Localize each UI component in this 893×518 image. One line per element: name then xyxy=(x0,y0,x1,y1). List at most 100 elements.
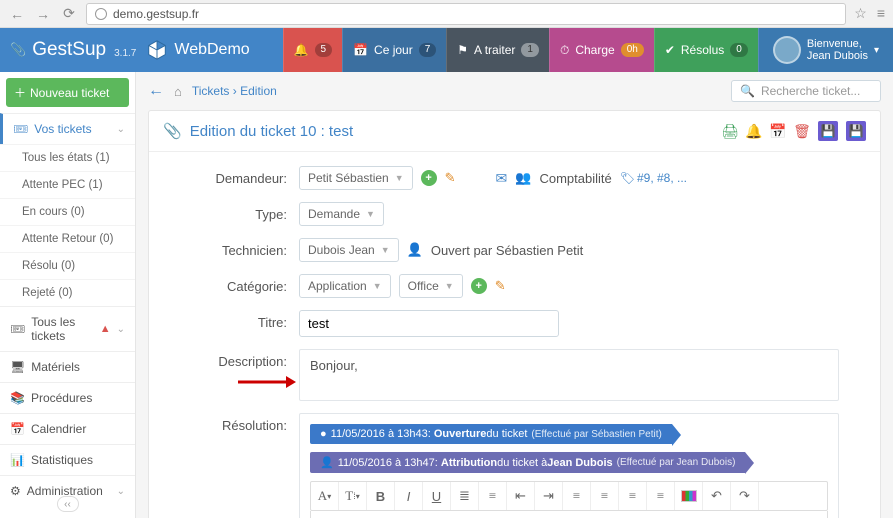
globe-icon xyxy=(95,8,107,20)
sidebar-statistiques[interactable]: 📊Statistiques xyxy=(0,444,135,475)
underline-button[interactable]: U xyxy=(423,482,451,510)
sidebar-all-tickets[interactable]: 🎟 Tous les tickets ▲ ⌄ xyxy=(0,306,135,351)
font-family-button[interactable]: A ▾ xyxy=(311,482,339,510)
chevron-down-icon: ▼ xyxy=(373,281,382,291)
label-resolution: Résolution: xyxy=(179,413,299,433)
nav-charge[interactable]: ⏱ Charge 0h xyxy=(549,28,654,72)
sidebar-sub-attente-retour[interactable]: Attente Retour (0) xyxy=(0,225,135,252)
redo-button[interactable]: ↷ xyxy=(731,482,759,510)
edit-demandeur-icon[interactable]: ✎ xyxy=(445,170,456,186)
chevron-down-icon: ▾ xyxy=(874,45,879,56)
search-input[interactable]: 🔍 Recherche ticket... xyxy=(731,80,881,102)
align-center-button[interactable]: ≡ xyxy=(591,482,619,510)
paperclip-icon: 📎 xyxy=(10,42,26,58)
nav-resolus[interactable]: ✔ Résolus 0 xyxy=(654,28,758,72)
nav-cejour[interactable]: 📅 Ce jour 7 xyxy=(342,28,446,72)
main: ← ⌂ Tickets › Edition 🔍 Recherche ticket… xyxy=(136,72,893,518)
url-text: demo.gestsup.fr xyxy=(113,7,199,21)
event-open: ● 11/05/2016 à 13h43: Ouverture du ticke… xyxy=(310,424,672,444)
chevron-down-icon: ⌄ xyxy=(117,124,125,135)
type-select[interactable]: Demande▼ xyxy=(299,202,384,226)
bold-button[interactable]: B xyxy=(367,482,395,510)
trash-icon[interactable]: 🗑 xyxy=(794,123,810,139)
check-icon: ✔ xyxy=(665,43,675,57)
outdent-button[interactable]: ⇤ xyxy=(507,482,535,510)
nav-notifications[interactable]: 🔔 5 xyxy=(283,28,343,72)
sidebar-sub-tous-etats[interactable]: Tous les états (1) xyxy=(0,144,135,171)
chevron-down-icon: ▼ xyxy=(445,281,454,291)
sidebar-calendrier[interactable]: 📅Calendrier xyxy=(0,413,135,444)
label-technicien: Technicien: xyxy=(179,238,299,258)
list-ol-button[interactable]: ≡ xyxy=(479,482,507,510)
align-justify-button[interactable]: ≡ xyxy=(647,482,675,510)
envelope-icon[interactable]: ✉ xyxy=(496,170,508,187)
demandeur-select[interactable]: Petit Sébastien▼ xyxy=(299,166,413,190)
user-icon: 👤 xyxy=(407,242,423,258)
sidebar-collapse-button[interactable]: ‹‹ xyxy=(57,496,79,512)
address-bar[interactable]: demo.gestsup.fr xyxy=(86,3,846,25)
chart-icon: 📊 xyxy=(10,453,25,467)
align-right-button[interactable]: ≡ xyxy=(619,482,647,510)
back-button[interactable]: ← xyxy=(148,82,164,100)
save-alt-icon[interactable]: 💾 xyxy=(846,121,866,141)
add-demandeur-button[interactable]: + xyxy=(421,170,437,186)
category-select[interactable]: Application▼ xyxy=(299,274,391,298)
print-icon[interactable]: 🖨 xyxy=(722,123,738,139)
ticket-icon: 🎟 xyxy=(10,322,25,336)
ticket-icon: 🎟 xyxy=(13,122,28,136)
new-ticket-button[interactable]: ＋ Nouveau ticket xyxy=(6,78,129,107)
sidebar-sub-attente-pec[interactable]: Attente PEC (1) xyxy=(0,171,135,198)
add-category-button[interactable]: + xyxy=(471,278,487,294)
menu-icon[interactable]: ≡ xyxy=(877,5,885,22)
webdemo-label: WebDemo xyxy=(174,41,249,59)
technicien-select[interactable]: Dubois Jean▼ xyxy=(299,238,399,262)
sidebar-procedures[interactable]: 📚Procédures xyxy=(0,382,135,413)
title-input[interactable] xyxy=(299,310,559,337)
nav-atraiter[interactable]: ⚑ A traiter 1 xyxy=(446,28,549,72)
editor-area[interactable] xyxy=(310,511,828,518)
plus-icon: ＋ xyxy=(14,84,26,101)
sidebar-sub-resolu[interactable]: Résolu (0) xyxy=(0,252,135,279)
back-icon[interactable]: ← xyxy=(8,5,26,23)
sidebar-materiels[interactable]: 🖥Matériels xyxy=(0,351,135,382)
editor-toolbar: A ▾ T⁞ ▾ B I U ≣ ≡ ⇤ ⇥ ≡ ≡ xyxy=(310,481,828,511)
home-icon[interactable]: ⌂ xyxy=(174,84,182,99)
star-icon[interactable]: ☆ xyxy=(854,5,867,22)
font-size-button[interactable]: T⁞ ▾ xyxy=(339,482,367,510)
search-icon: 🔍 xyxy=(740,84,755,98)
company-label: Comptabilité xyxy=(539,171,611,186)
bell-icon[interactable]: 🔔 xyxy=(746,123,762,139)
brand[interactable]: 📎 GestSup 3.1.7 xyxy=(10,39,136,61)
description-box[interactable]: Bonjour, xyxy=(299,349,839,401)
browser-chrome: ← → ⟳ demo.gestsup.fr ☆ ≡ xyxy=(0,0,893,28)
sidebar-sub-en-cours[interactable]: En cours (0) xyxy=(0,198,135,225)
top-nav: 📎 GestSup 3.1.7 WebDemo 🔔 5 📅 Ce jour 7 … xyxy=(0,28,893,72)
bell-icon: 🔔 xyxy=(294,43,309,57)
related-tickets[interactable]: 🏷 #9, #8, ... xyxy=(620,171,687,185)
indent-button[interactable]: ⇥ xyxy=(535,482,563,510)
italic-button[interactable]: I xyxy=(395,482,423,510)
event-assign: 👤 11/05/2016 à 13h47: Attribution du tic… xyxy=(310,452,745,473)
arrow-annotation xyxy=(236,372,296,392)
sidebar-sub-rejete[interactable]: Rejeté (0) xyxy=(0,279,135,306)
align-left-button[interactable]: ≡ xyxy=(563,482,591,510)
undo-button[interactable]: ↶ xyxy=(703,482,731,510)
nav-user[interactable]: Bienvenue, Jean Dubois ▾ xyxy=(758,28,893,72)
monitor-icon: 🖥 xyxy=(10,360,25,374)
calendar-icon: 📅 xyxy=(353,43,368,57)
warning-icon: ▲ xyxy=(100,323,111,335)
breadcrumb[interactable]: Tickets › Edition xyxy=(192,84,277,98)
book-icon: 📚 xyxy=(10,391,25,405)
list-ul-button[interactable]: ≣ xyxy=(451,482,479,510)
save-icon[interactable]: 💾 xyxy=(818,121,838,141)
edit-category-icon[interactable]: ✎ xyxy=(495,278,506,294)
reload-icon[interactable]: ⟳ xyxy=(60,5,78,23)
label-titre: Titre: xyxy=(179,310,299,330)
calendar-icon[interactable]: 📅 xyxy=(770,123,786,139)
forward-icon[interactable]: → xyxy=(34,5,52,23)
subcategory-select[interactable]: Office▼ xyxy=(399,274,463,298)
text-color-button[interactable] xyxy=(675,482,703,510)
cube-icon xyxy=(146,39,168,61)
sidebar-vos-tickets[interactable]: 🎟 Vos tickets ⌄ xyxy=(0,113,135,144)
card-title: 📎 Edition du ticket 10 : test xyxy=(163,122,353,140)
